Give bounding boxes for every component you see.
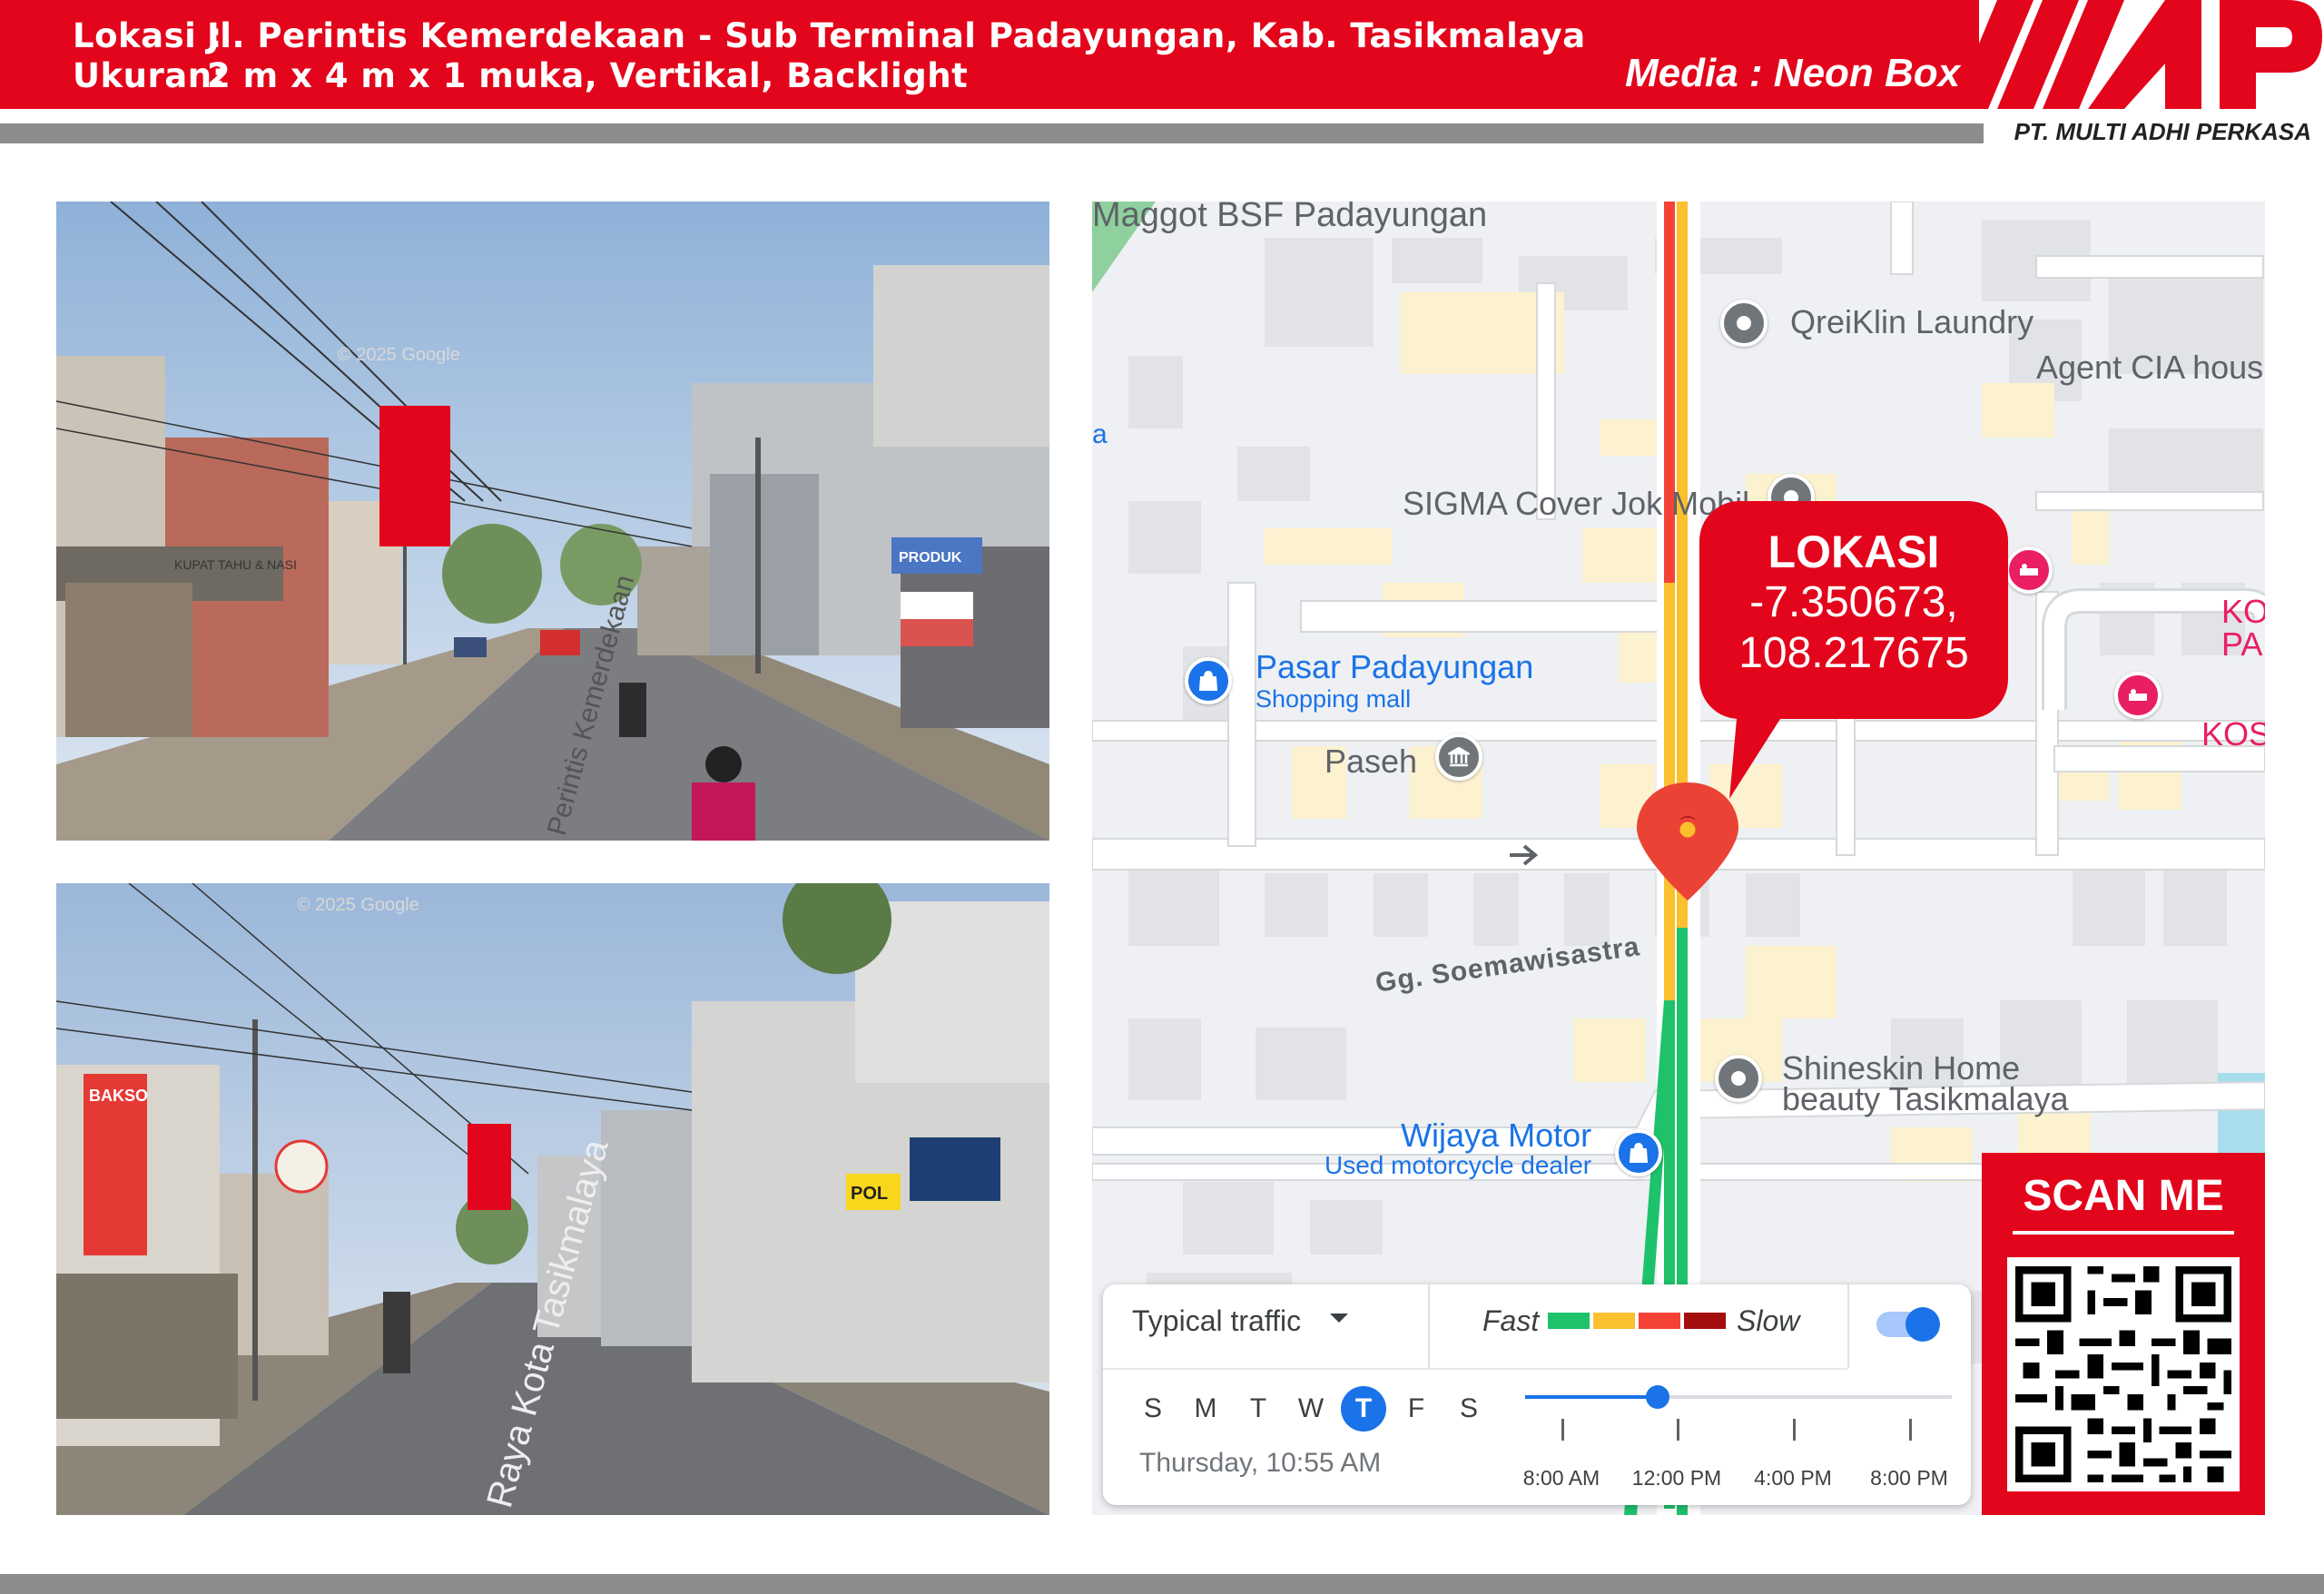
traffic-panel: Typical traffic Fast Slow S M T W T F S …: [1103, 1284, 1971, 1505]
map-label[interactable]: Pasar Padayungan Shopping mall: [1256, 648, 1533, 712]
day-thursday[interactable]: T: [1341, 1386, 1386, 1432]
legend-swatch-fast: [1548, 1313, 1590, 1329]
callout-latitude: -7.350673,: [1749, 578, 1958, 626]
time-tick-label: 8:00 AM: [1522, 1466, 1600, 1490]
map-pin-icon[interactable]: [1715, 1055, 1762, 1102]
hotel-icon[interactable]: [2005, 546, 2053, 594]
traffic-toggle[interactable]: [1876, 1307, 1940, 1342]
billboard-marker: [468, 1124, 511, 1210]
map-label[interactable]: SIGMA Cover Jok Mobil: [1403, 485, 1749, 523]
svg-text:BAKSO: BAKSO: [89, 1087, 148, 1105]
traffic-mode-select[interactable]: Typical traffic: [1132, 1304, 1301, 1338]
legend-swatch-slow: [1639, 1313, 1680, 1329]
location-line: Lokasi :Jl. Perintis Kemerdekaan - Sub T…: [73, 16, 1586, 55]
location-label: Lokasi :: [73, 16, 222, 55]
scan-me-panel: SCAN ME: [1982, 1153, 2265, 1515]
legend-fast-label: Fast: [1482, 1304, 1540, 1337]
svg-text:POL: POL: [851, 1184, 888, 1204]
map-label[interactable]: Agent CIA hous: [2036, 349, 2263, 387]
time-tick-label: 4:00 PM: [1754, 1466, 1832, 1490]
footer-divider: [0, 1574, 2324, 1594]
day-sunday[interactable]: S: [1130, 1386, 1176, 1432]
map-label[interactable]: KO PA: [2221, 595, 2265, 661]
legend-swatch-moderate: [1593, 1313, 1635, 1329]
time-tick-label: 12:00 PM: [1631, 1466, 1722, 1490]
map-label[interactable]: Wijaya Motor Used motorcycle dealer: [1324, 1118, 1591, 1178]
svg-text:KUPAT TAHU & NASI: KUPAT TAHU & NASI: [174, 557, 297, 572]
map-label[interactable]: Maggot BSF Padayungan: [1092, 202, 1487, 235]
company-name: PT. MULTI ADHI PERKASA: [2014, 118, 2311, 145]
day-friday[interactable]: F: [1393, 1386, 1439, 1432]
location-value: Jl. Perintis Kemerdekaan - Sub Terminal …: [207, 16, 1586, 55]
size-value: 2 m x 4 m x 1 muka, Vertikal, Backlight: [207, 56, 969, 95]
svg-text:© 2025 Google: © 2025 Google: [338, 345, 460, 365]
time-slider-fill: [1525, 1395, 1658, 1399]
legend-slow-label: Slow: [1737, 1304, 1800, 1337]
shopping-bag-icon[interactable]: [1185, 657, 1232, 704]
day-wednesday[interactable]: W: [1288, 1386, 1334, 1432]
svg-text:PRODUK: PRODUK: [899, 550, 962, 566]
callout-longitude: 108.217675: [1738, 629, 1969, 677]
shopping-bag-icon[interactable]: [1615, 1129, 1662, 1176]
legend-swatch-very-slow: [1684, 1313, 1726, 1329]
map-label[interactable]: KOS: [2201, 715, 2265, 753]
day-tuesday[interactable]: T: [1236, 1386, 1281, 1432]
svg-text:© 2025 Google: © 2025 Google: [297, 895, 419, 915]
header-divider: [0, 123, 1984, 143]
map-label[interactable]: Paseh: [1324, 743, 1417, 781]
time-tick-label: 8:00 PM: [1870, 1466, 1948, 1490]
street-photo-1: Perintis Kemerdekaan KUPAT TAHU & NASI P…: [56, 202, 1049, 841]
map-label[interactable]: Shineskin Home beauty Tasikmalaya: [1782, 1052, 2069, 1116]
map-label: a: [1092, 419, 1108, 449]
day-monday[interactable]: M: [1183, 1386, 1228, 1432]
map-logo: [1979, 0, 2324, 113]
location-callout: LOKASI -7.350673, 108.217675: [1699, 501, 2008, 719]
hotel-icon[interactable]: [2114, 672, 2162, 719]
map-label[interactable]: QreiKlin Laundry: [1790, 303, 2034, 341]
scan-me-title: SCAN ME: [2023, 1172, 2224, 1220]
qr-code-icon[interactable]: [2007, 1257, 2240, 1491]
map-pin-icon[interactable]: [1720, 300, 1768, 347]
callout-title: LOKASI: [1768, 526, 1940, 577]
billboard-marker: [379, 406, 450, 546]
day-saturday[interactable]: S: [1446, 1386, 1492, 1432]
chevron-down-icon[interactable]: [1330, 1314, 1348, 1323]
media-type: Media : Neon Box: [1625, 51, 1961, 95]
time-slider-handle[interactable]: [1645, 1385, 1669, 1409]
landmark-icon[interactable]: [1435, 733, 1482, 781]
size-label: Ukuran:: [73, 56, 226, 95]
size-line: Ukuran:2 m x 4 m x 1 muka, Vertikal, Bac…: [73, 56, 968, 95]
selected-time: Thursday, 10:55 AM: [1139, 1448, 1382, 1478]
street-photo-2: Raya Kota Tasikmalaya BAKSO POL © 2025 G…: [56, 883, 1049, 1515]
